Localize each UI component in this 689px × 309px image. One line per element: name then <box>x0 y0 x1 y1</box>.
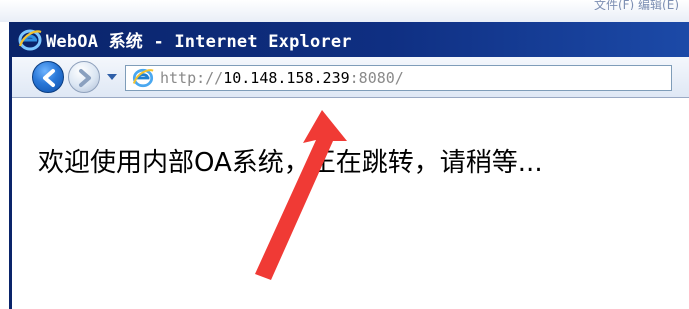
background-menu-text: 文件(F) 编辑(E) <box>593 0 679 10</box>
address-bar[interactable]: http://10.148.158.239:8080/ <box>125 65 672 91</box>
redirect-message: 欢迎使用内部OA系统，正在跳转，请稍等... <box>38 148 543 178</box>
url-text[interactable]: http://10.148.158.239:8080/ <box>160 69 404 87</box>
navigation-toolbar: http://10.148.158.239:8080/ <box>12 57 689 98</box>
url-scheme: http:// <box>160 69 224 87</box>
page-ie-icon <box>132 68 154 88</box>
forward-arrow-icon <box>79 69 91 87</box>
url-port-path: :8080/ <box>349 69 404 87</box>
title-bar[interactable]: WebOA 系统 - Internet Explorer <box>12 22 689 57</box>
back-arrow-icon <box>43 69 55 87</box>
url-host: 10.148.158.239 <box>223 69 350 87</box>
ie-logo-icon <box>18 29 42 50</box>
window-title: WebOA 系统 - Internet Explorer <box>46 32 352 52</box>
forward-button[interactable] <box>68 61 100 93</box>
history-dropdown-button[interactable] <box>105 71 119 83</box>
back-button[interactable] <box>32 61 64 93</box>
browser-window: WebOA 系统 - Internet Explorer http://10.1… <box>9 22 689 309</box>
page-content: 欢迎使用内部OA系统，正在跳转，请稍等... <box>12 98 689 309</box>
desktop-background: 文件(F) 编辑(E) <box>0 0 689 22</box>
screenshot: 文件(F) 编辑(E) WebOA 系统 - Internet Explorer <box>0 0 689 309</box>
